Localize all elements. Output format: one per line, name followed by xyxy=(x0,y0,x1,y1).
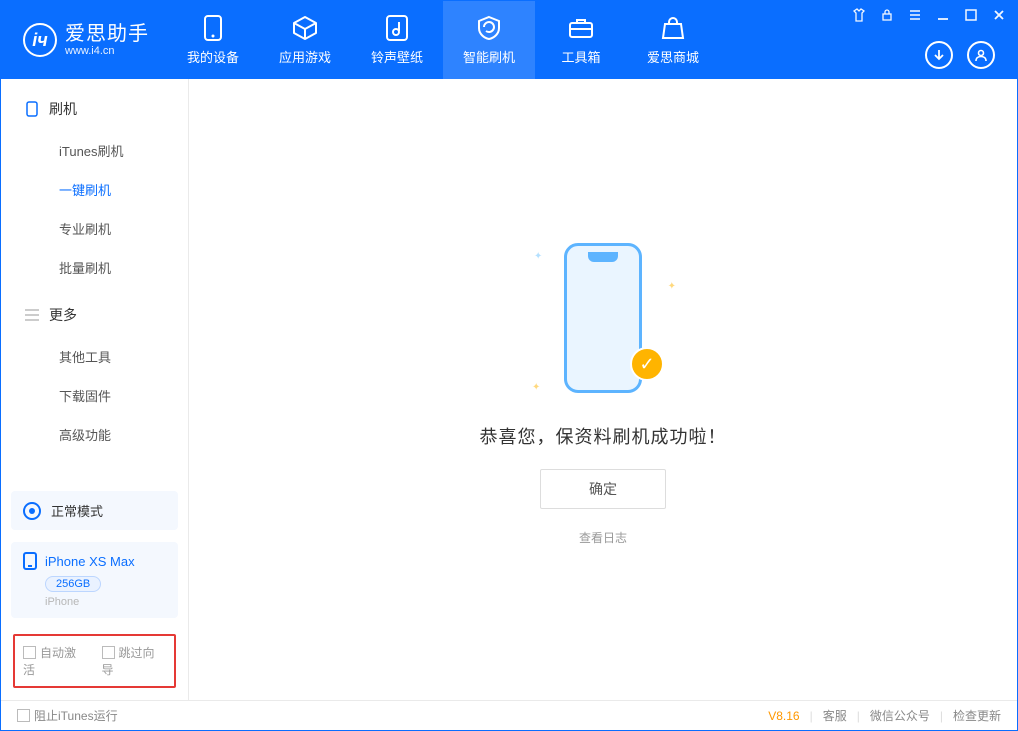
support-link[interactable]: 客服 xyxy=(823,707,847,724)
checkbox-block-itunes[interactable]: 阻止iTunes运行 xyxy=(17,707,118,724)
sidebar-item-itunes-flash[interactable]: iTunes刷机 xyxy=(1,131,188,170)
check-badge-icon: ✓ xyxy=(630,347,664,381)
device-type: iPhone xyxy=(45,596,166,608)
bag-icon xyxy=(660,15,686,41)
phone-icon xyxy=(200,15,226,41)
device-name: iPhone XS Max xyxy=(45,554,135,569)
mode-card[interactable]: 正常模式 xyxy=(11,491,178,530)
tab-ringtones[interactable]: 铃声壁纸 xyxy=(351,1,443,79)
tab-device[interactable]: 我的设备 xyxy=(167,1,259,79)
main-content: ✓ ✦ ✦ ✦ 恭喜您，保资料刷机成功啦！ 确定 查看日志 xyxy=(189,79,1017,700)
device-capacity: 256GB xyxy=(45,576,101,592)
close-button[interactable] xyxy=(991,7,1007,23)
list-icon xyxy=(25,308,39,322)
device-phone-icon xyxy=(23,552,37,570)
view-log-link[interactable]: 查看日志 xyxy=(579,529,627,546)
cube-icon xyxy=(292,15,318,41)
menu-icon[interactable] xyxy=(907,7,923,23)
device-card[interactable]: iPhone XS Max 256GB iPhone xyxy=(11,542,178,618)
phone-small-icon xyxy=(25,102,39,116)
sparkle-icon: ✦ xyxy=(532,382,540,393)
app-header: iч 爱思助手 www.i4.cn 我的设备 应用游戏 铃声壁纸 智能刷机 工具… xyxy=(1,1,1017,79)
logo-icon: iч xyxy=(23,23,57,57)
sidebar-section-more: 更多 xyxy=(1,301,188,329)
mode-dot-icon xyxy=(23,502,41,520)
sparkle-icon: ✦ xyxy=(534,251,542,262)
tab-flash[interactable]: 智能刷机 xyxy=(443,1,535,79)
sidebar-item-batch-flash[interactable]: 批量刷机 xyxy=(1,248,188,287)
toolbox-icon xyxy=(568,15,594,41)
sidebar-item-download-firmware[interactable]: 下载固件 xyxy=(1,376,188,415)
status-bar: 阻止iTunes运行 V8.16 | 客服 | 微信公众号 | 检查更新 xyxy=(1,700,1017,730)
window-controls xyxy=(851,7,1007,23)
download-button[interactable] xyxy=(925,41,953,69)
main-tabs: 我的设备 应用游戏 铃声壁纸 智能刷机 工具箱 爱思商城 xyxy=(167,1,719,79)
sidebar-section-flash: 刷机 xyxy=(1,95,188,123)
sidebar-item-onekey-flash[interactable]: 一键刷机 xyxy=(1,170,188,209)
checkbox-auto-activate[interactable]: 自动激活 xyxy=(23,644,88,678)
success-message: 恭喜您，保资料刷机成功啦！ xyxy=(480,423,727,449)
checkbox-group-highlighted: 自动激活 跳过向导 xyxy=(13,634,176,688)
user-button[interactable] xyxy=(967,41,995,69)
app-name-en: www.i4.cn xyxy=(65,45,149,57)
wechat-link[interactable]: 微信公众号 xyxy=(870,707,930,724)
checkbox-skip-guide[interactable]: 跳过向导 xyxy=(102,644,167,678)
check-update-link[interactable]: 检查更新 xyxy=(953,707,1001,724)
header-actions xyxy=(925,41,995,69)
sidebar-item-pro-flash[interactable]: 专业刷机 xyxy=(1,209,188,248)
shirt-icon[interactable] xyxy=(851,7,867,23)
maximize-button[interactable] xyxy=(963,7,979,23)
sparkle-icon: ✦ xyxy=(668,281,676,292)
sidebar-item-advanced[interactable]: 高级功能 xyxy=(1,415,188,454)
music-file-icon xyxy=(384,15,410,41)
version-label: V8.16 xyxy=(768,709,799,723)
app-name-cn: 爱思助手 xyxy=(65,23,149,45)
lock-icon[interactable] xyxy=(879,7,895,23)
success-illustration: ✓ ✦ ✦ ✦ xyxy=(548,233,658,403)
minimize-button[interactable] xyxy=(935,7,951,23)
tab-toolbox[interactable]: 工具箱 xyxy=(535,1,627,79)
refresh-shield-icon xyxy=(476,15,502,41)
sidebar: 刷机 iTunes刷机 一键刷机 专业刷机 批量刷机 更多 其他工具 下载固件 … xyxy=(1,79,189,700)
tab-store[interactable]: 爱思商城 xyxy=(627,1,719,79)
ok-button[interactable]: 确定 xyxy=(540,469,666,509)
tab-apps[interactable]: 应用游戏 xyxy=(259,1,351,79)
logo: iч 爱思助手 www.i4.cn xyxy=(1,1,167,79)
mode-label: 正常模式 xyxy=(51,501,103,520)
sidebar-item-other-tools[interactable]: 其他工具 xyxy=(1,337,188,376)
